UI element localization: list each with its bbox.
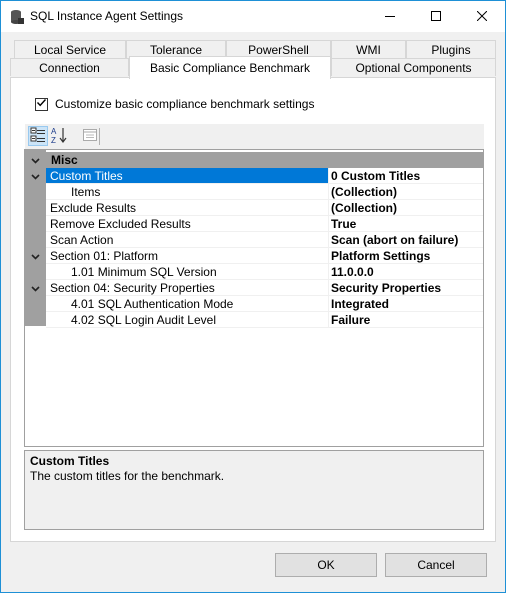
property-row-scan-action[interactable]: Scan Action Scan (abort on failure): [25, 232, 483, 248]
property-name: Items: [71, 185, 101, 199]
property-value-cell[interactable]: Scan (abort on failure): [328, 232, 483, 248]
close-button[interactable]: [459, 1, 505, 32]
settings-window: SQL Instance Agent Settings Local Servic…: [0, 0, 506, 593]
property-name-cell[interactable]: Scan Action: [46, 232, 328, 248]
checkmark-icon: [36, 97, 47, 111]
property-name-cell[interactable]: Exclude Results: [46, 200, 328, 216]
property-name: Exclude Results: [50, 201, 137, 215]
property-value-cell[interactable]: True: [328, 216, 483, 232]
property-value: Failure: [331, 313, 371, 327]
property-value-cell[interactable]: (Collection): [328, 184, 483, 200]
svg-text:Z: Z: [51, 136, 56, 144]
maximize-button[interactable]: [413, 1, 459, 32]
chevron-down-icon[interactable]: [30, 171, 41, 181]
property-row-items[interactable]: Items (Collection): [25, 184, 483, 200]
chevron-down-icon[interactable]: [30, 251, 41, 261]
property-row-min-sql-version[interactable]: 1.01 Minimum SQL Version 11.0.0.0: [25, 264, 483, 280]
help-title: Custom Titles: [30, 454, 110, 468]
cancel-button[interactable]: Cancel: [385, 553, 487, 577]
property-name-cell[interactable]: 1.01 Minimum SQL Version: [46, 264, 328, 280]
minimize-icon: [385, 10, 395, 24]
property-row-remove-excluded[interactable]: Remove Excluded Results True: [25, 216, 483, 232]
property-row-login-audit-level[interactable]: 4.02 SQL Login Audit Level Failure: [25, 312, 483, 328]
property-name: Section 01: Platform: [50, 249, 159, 263]
category-row-misc[interactable]: Misc: [25, 152, 483, 168]
property-name: Scan Action: [50, 233, 114, 247]
property-value-cell[interactable]: Platform Settings: [328, 248, 483, 264]
checkbox-box[interactable]: [35, 97, 48, 111]
property-name: 1.01 Minimum SQL Version: [71, 265, 217, 279]
property-value: Scan (abort on failure): [331, 233, 459, 247]
minimize-button[interactable]: [367, 1, 413, 32]
property-grid[interactable]: Misc Custom Titles 0 Custom Titles Items…: [24, 149, 484, 447]
svg-text:A: A: [51, 127, 57, 136]
property-value: Security Properties: [331, 281, 442, 295]
property-value: Integrated: [331, 297, 390, 311]
ok-button[interactable]: OK: [275, 553, 377, 577]
tab-optional-components[interactable]: Optional Components: [331, 58, 496, 76]
categorized-icon: [30, 127, 46, 146]
close-icon: [476, 10, 488, 24]
property-value-cell[interactable]: Security Properties: [328, 280, 483, 296]
property-name-cell[interactable]: 4.02 SQL Login Audit Level: [46, 312, 328, 328]
window-title: SQL Instance Agent Settings: [30, 9, 183, 23]
alphabetical-sort-icon: A Z: [51, 126, 69, 147]
property-name-cell[interactable]: 4.01 SQL Authentication Mode: [46, 296, 328, 312]
property-value-cell[interactable]: Integrated: [328, 296, 483, 312]
property-name: 4.02 SQL Login Audit Level: [71, 313, 216, 327]
property-name-cell[interactable]: Custom Titles: [46, 168, 328, 184]
property-value-cell[interactable]: Failure: [328, 312, 483, 328]
tab-basic-compliance-benchmark[interactable]: Basic Compliance Benchmark: [129, 56, 331, 79]
property-value: True: [331, 217, 357, 231]
property-value-cell[interactable]: 11.0.0.0: [328, 264, 483, 280]
property-value: (Collection): [331, 185, 397, 199]
maximize-icon: [431, 10, 441, 24]
chevron-down-icon[interactable]: [30, 283, 41, 293]
property-help-panel: Custom Titles The custom titles for the …: [24, 450, 484, 530]
property-name-cell[interactable]: Section 04: Security Properties: [46, 280, 328, 296]
property-pages-button[interactable]: [80, 126, 100, 146]
property-row-section-01[interactable]: Section 01: Platform Platform Settings: [25, 248, 483, 264]
property-value-cell[interactable]: 0 Custom Titles: [328, 168, 483, 184]
customize-checkbox[interactable]: Customize basic compliance benchmark set…: [35, 97, 314, 111]
property-name-cell[interactable]: Remove Excluded Results: [46, 216, 328, 232]
property-grid-toolbar: A Z: [25, 124, 484, 149]
property-name-cell[interactable]: Items: [46, 184, 328, 200]
property-value: (Collection): [331, 201, 397, 215]
property-value: 11.0.0.0: [331, 265, 374, 279]
property-value: 0 Custom Titles: [331, 169, 421, 183]
property-name-cell[interactable]: Section 01: Platform: [46, 248, 328, 264]
tab-wmi[interactable]: WMI: [331, 40, 406, 58]
tab-connection[interactable]: Connection: [10, 58, 129, 76]
property-name: 4.01 SQL Authentication Mode: [71, 297, 234, 311]
property-name: Remove Excluded Results: [50, 217, 191, 231]
alphabetical-button[interactable]: A Z: [50, 126, 70, 146]
property-value: Platform Settings: [331, 249, 431, 263]
property-value-cell[interactable]: (Collection): [328, 200, 483, 216]
property-row-section-04[interactable]: Section 04: Security Properties Security…: [25, 280, 483, 296]
tab-local-service[interactable]: Local Service: [14, 40, 126, 58]
property-name: Section 04: Security Properties: [50, 281, 215, 295]
title-bar: SQL Instance Agent Settings: [1, 1, 505, 32]
categorized-button[interactable]: [28, 126, 48, 146]
property-name: Custom Titles: [50, 169, 123, 183]
category-label: Misc: [51, 153, 78, 167]
property-row-sql-auth-mode[interactable]: 4.01 SQL Authentication Mode Integrated: [25, 296, 483, 312]
property-row-custom-titles[interactable]: Custom Titles 0 Custom Titles: [25, 168, 483, 184]
tab-plugins[interactable]: Plugins: [406, 40, 496, 58]
property-row-exclude-results[interactable]: Exclude Results (Collection): [25, 200, 483, 216]
help-description: The custom titles for the benchmark.: [30, 469, 225, 483]
checkbox-label: Customize basic compliance benchmark set…: [55, 97, 315, 111]
chevron-down-icon[interactable]: [30, 155, 41, 165]
database-icon: [10, 9, 24, 25]
property-pages-icon: [82, 127, 98, 146]
